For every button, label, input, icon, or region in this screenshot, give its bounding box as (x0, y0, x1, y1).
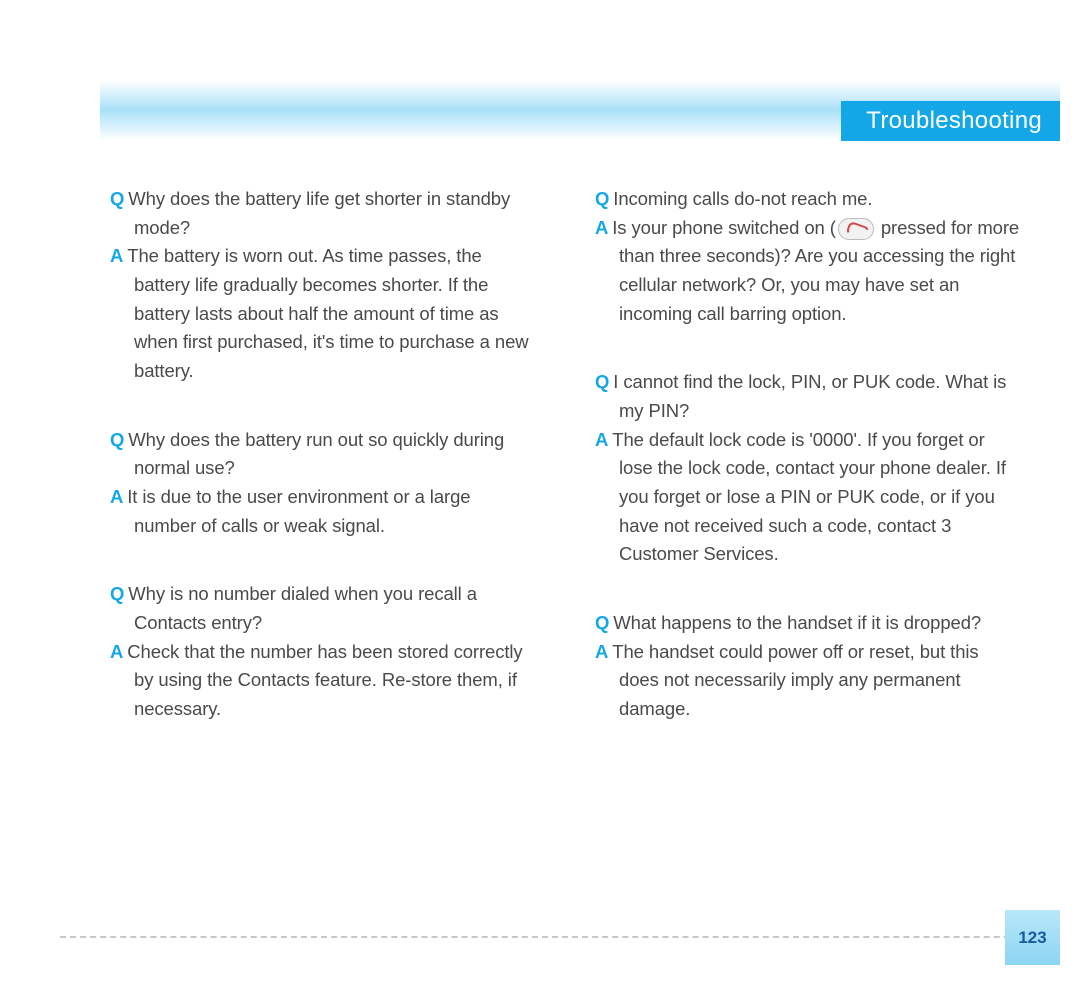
power-button-icon (838, 218, 874, 240)
answer-text: The battery is worn out. As time passes,… (127, 245, 528, 381)
question-text: Incoming calls do-not reach me. (613, 188, 872, 209)
question-text: Why does the battery run out so quickly … (128, 429, 504, 479)
q-label: Q (595, 612, 609, 633)
q-label: Q (110, 429, 124, 450)
answer-text: The default lock code is '0000'. If you … (612, 429, 1006, 565)
page-number: 123 (1018, 928, 1046, 948)
a-label: A (595, 217, 608, 238)
answer-text: It is due to the user environment or a l… (127, 486, 470, 536)
answer-text: The handset could power off or reset, bu… (612, 641, 978, 719)
content-area: QWhy does the battery life get shorter i… (110, 185, 1020, 764)
q-label: Q (595, 371, 609, 392)
page-number-box: 123 (1005, 910, 1060, 965)
a-label: A (110, 486, 123, 507)
footer-dashed-line (60, 936, 1060, 938)
q-label: Q (110, 583, 124, 604)
a-label: A (110, 245, 123, 266)
question-text: What happens to the handset if it is dro… (613, 612, 981, 633)
answer-text-pre: Is your phone switched on ( (612, 217, 836, 238)
a-label: A (595, 429, 608, 450)
question-text: Why is no number dialed when you recall … (128, 583, 477, 633)
question-text: I cannot find the lock, PIN, or PUK code… (613, 371, 1006, 421)
qa-item: QWhy does the battery life get shorter i… (110, 185, 535, 386)
a-label: A (595, 641, 608, 662)
question-text: Why does the battery life get shorter in… (128, 188, 510, 238)
answer-text: Check that the number has been stored co… (127, 641, 522, 719)
qa-item: QWhy does the battery run out so quickly… (110, 426, 535, 541)
q-label: Q (595, 188, 609, 209)
qa-item: QWhy is no number dialed when you recall… (110, 580, 535, 723)
a-label: A (110, 641, 123, 662)
qa-item: QIncoming calls do-not reach me. AIs you… (595, 185, 1020, 328)
qa-item: QI cannot find the lock, PIN, or PUK cod… (595, 368, 1020, 569)
left-column: QWhy does the battery life get shorter i… (110, 185, 535, 764)
section-title-tab: Troubleshooting (841, 101, 1060, 141)
q-label: Q (110, 188, 124, 209)
right-column: QIncoming calls do-not reach me. AIs you… (595, 185, 1020, 764)
section-title: Troubleshooting (866, 107, 1042, 134)
qa-item: QWhat happens to the handset if it is dr… (595, 609, 1020, 724)
